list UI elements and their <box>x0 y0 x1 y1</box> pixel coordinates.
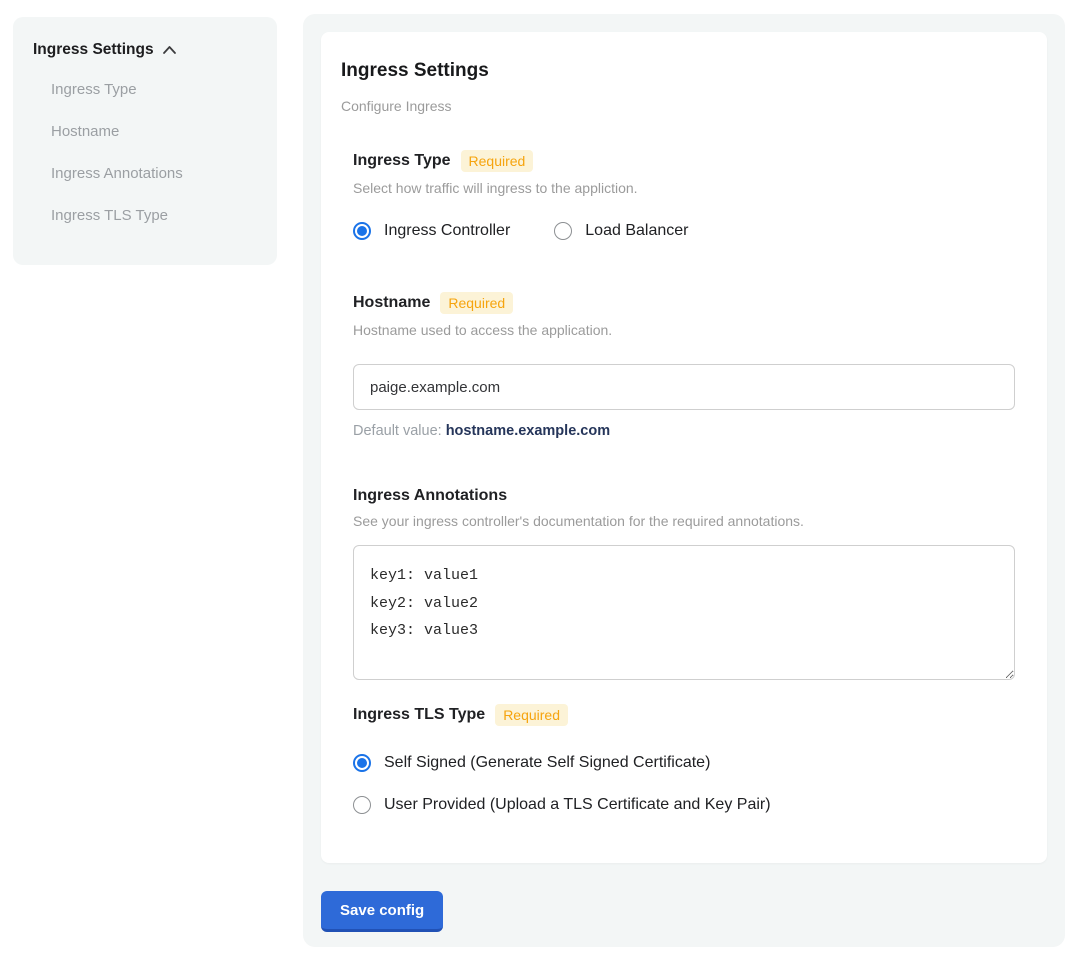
radio-user-provided[interactable]: User Provided (Upload a TLS Certificate … <box>353 796 1015 814</box>
sidebar-item-hostname[interactable]: Hostname <box>51 123 257 141</box>
radio-ingress-controller[interactable]: Ingress Controller <box>353 222 510 240</box>
ingress-annotations-textarea[interactable]: key1: value1 key2: value2 key3: value3 <box>353 545 1015 680</box>
radio-unselected-icon[interactable] <box>353 796 371 814</box>
page-subtitle: Configure Ingress <box>341 98 1027 114</box>
settings-sidebar: Ingress Settings Ingress Type Hostname I… <box>13 17 277 265</box>
hostname-helper: Hostname used to access the application. <box>353 322 1015 338</box>
ingress-tls-type-section: Ingress TLS Type Required Self Signed (G… <box>353 704 1015 814</box>
required-badge: Required <box>461 150 534 172</box>
radio-self-signed[interactable]: Self Signed (Generate Self Signed Certif… <box>353 754 1015 772</box>
radio-load-balancer[interactable]: Load Balancer <box>554 222 688 240</box>
default-value-text: hostname.example.com <box>446 423 610 439</box>
hostname-label: Hostname <box>353 294 430 312</box>
ingress-annotations-section: Ingress Annotations See your ingress con… <box>353 487 1015 680</box>
ingress-settings-card: Ingress Settings Configure Ingress Ingre… <box>321 32 1047 863</box>
settings-main-panel: Ingress Settings Configure Ingress Ingre… <box>303 14 1065 947</box>
ingress-annotations-helper: See your ingress controller's documentat… <box>353 513 1015 529</box>
page-title: Ingress Settings <box>341 60 1027 82</box>
radio-selected-icon[interactable] <box>353 754 371 772</box>
radio-unselected-icon[interactable] <box>554 222 572 240</box>
sidebar-item-ingress-annotations[interactable]: Ingress Annotations <box>51 165 257 183</box>
sidebar-item-list: Ingress Type Hostname Ingress Annotation… <box>33 81 257 225</box>
required-badge: Required <box>440 292 513 314</box>
hostname-input[interactable] <box>353 364 1015 410</box>
default-value-label: Default value: <box>353 423 442 439</box>
ingress-annotations-label: Ingress Annotations <box>353 487 507 505</box>
sidebar-section-title: Ingress Settings <box>33 41 154 59</box>
sidebar-item-ingress-type[interactable]: Ingress Type <box>51 81 257 99</box>
form-sections: Ingress Type Required Select how traffic… <box>353 150 1015 814</box>
ingress-tls-type-radio-group: Self Signed (Generate Self Signed Certif… <box>353 754 1015 814</box>
chevron-up-icon <box>162 45 177 55</box>
required-badge: Required <box>495 704 568 726</box>
hostname-section: Hostname Required Hostname used to acces… <box>353 292 1015 439</box>
ingress-type-label: Ingress Type <box>353 152 451 170</box>
save-config-button[interactable]: Save config <box>321 891 443 932</box>
radio-selected-icon[interactable] <box>353 222 371 240</box>
sidebar-section-toggle[interactable]: Ingress Settings <box>33 41 257 59</box>
ingress-type-helper: Select how traffic will ingress to the a… <box>353 180 1015 196</box>
hostname-default-line: Default value: hostname.example.com <box>353 423 1015 439</box>
sidebar-item-ingress-tls-type[interactable]: Ingress TLS Type <box>51 207 257 225</box>
ingress-type-section: Ingress Type Required Select how traffic… <box>353 150 1015 240</box>
ingress-tls-type-label: Ingress TLS Type <box>353 706 485 724</box>
ingress-type-radio-group: Ingress Controller Load Balancer <box>353 222 1015 240</box>
